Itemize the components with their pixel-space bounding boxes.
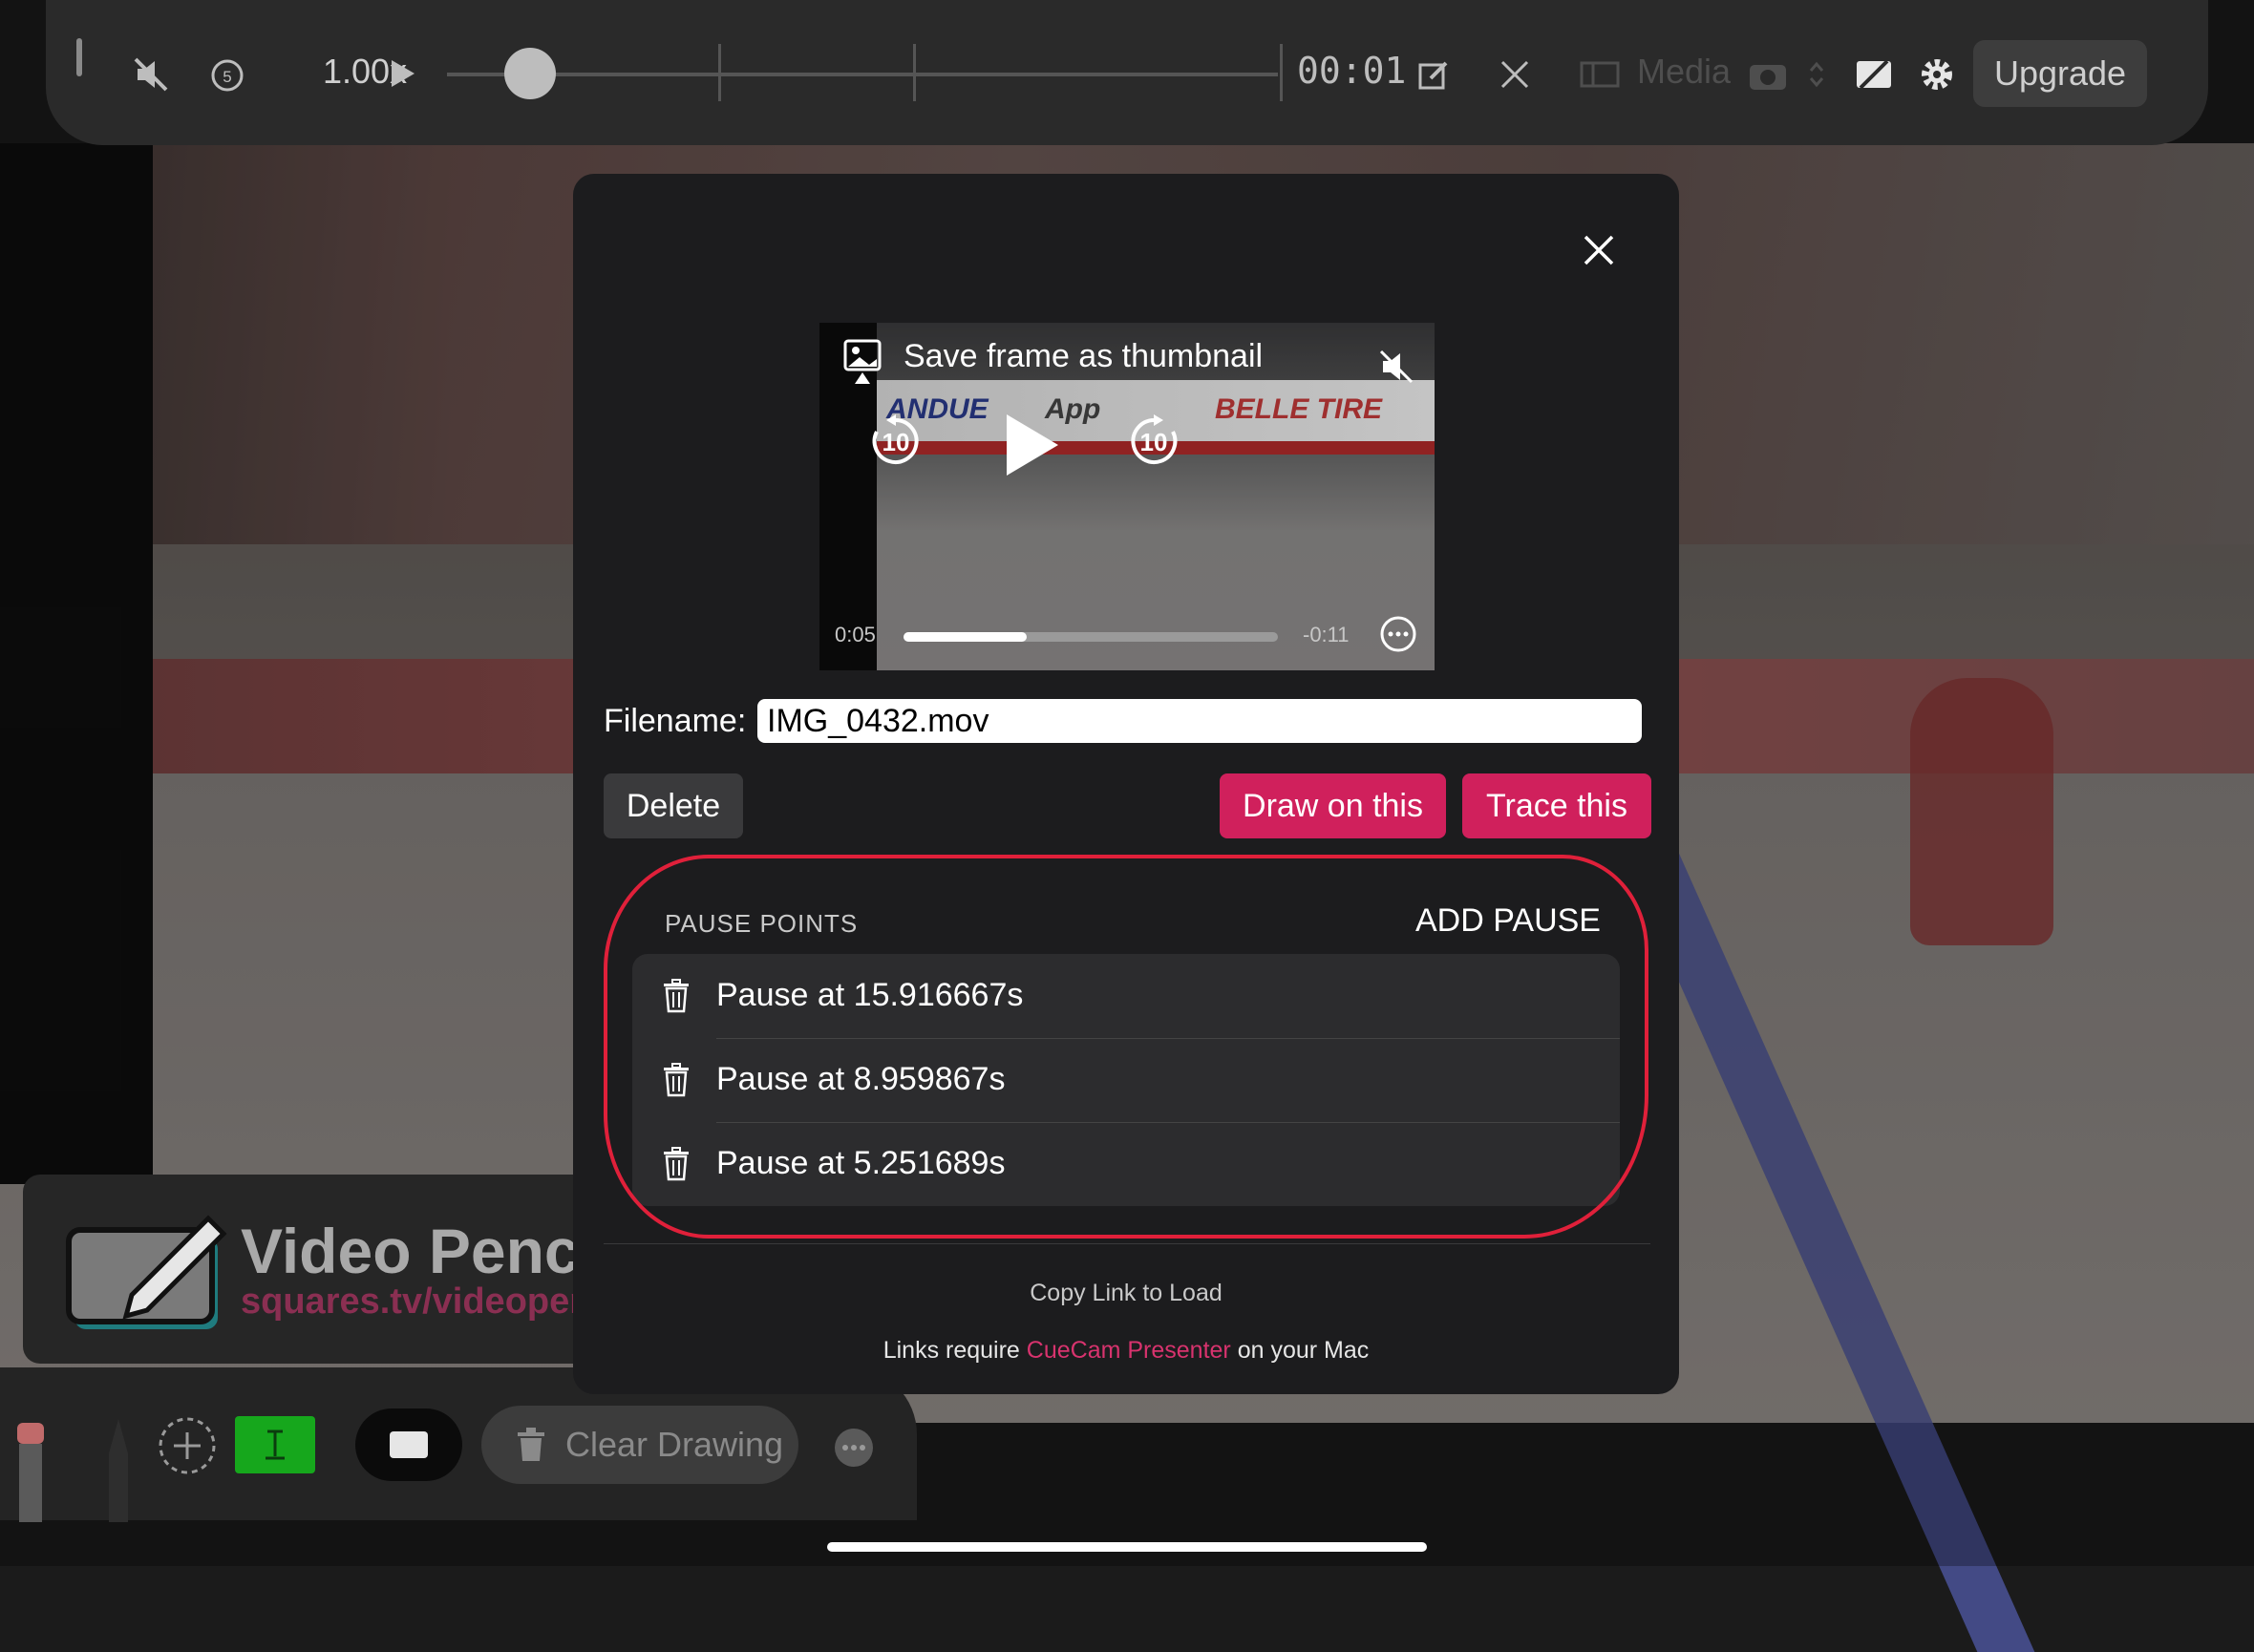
elapsed-time: 0:05 bbox=[835, 623, 876, 646]
promo-url[interactable]: squares.tv/videopen bbox=[241, 1281, 591, 1323]
edit-icon[interactable] bbox=[1417, 57, 1452, 92]
links-require-suffix: on your Mac bbox=[1230, 1337, 1370, 1364]
shape-tool-button[interactable] bbox=[355, 1408, 462, 1481]
pause-marker bbox=[1280, 44, 1283, 101]
play-icon[interactable] bbox=[386, 57, 418, 90]
scrub-thumb[interactable] bbox=[504, 48, 556, 99]
media-label[interactable]: Media bbox=[1637, 52, 1731, 92]
video-player[interactable]: ANDUE App BELLE TIRE Save frame as thumb… bbox=[819, 323, 1435, 670]
chevron-updown-icon[interactable] bbox=[1807, 59, 1826, 90]
trash-icon bbox=[518, 1428, 544, 1461]
svg-text:5: 5 bbox=[223, 68, 231, 86]
pause-marker bbox=[718, 44, 721, 101]
mute-icon[interactable] bbox=[1377, 348, 1415, 386]
close-icon[interactable] bbox=[1578, 229, 1620, 271]
gear-icon[interactable] bbox=[1918, 55, 1956, 94]
filename-label: Filename: bbox=[604, 703, 747, 739]
top-toolbar: 5 1.00x 00:01 Media Upgrade bbox=[46, 0, 2208, 145]
mute-icon[interactable] bbox=[132, 55, 170, 94]
divider bbox=[604, 1243, 1650, 1244]
annotation-circle bbox=[604, 855, 1648, 1239]
links-require-prefix: Links require bbox=[882, 1337, 1027, 1364]
text-tool-button[interactable] bbox=[235, 1416, 315, 1473]
save-thumbnail-label[interactable]: Save frame as thumbnail bbox=[904, 338, 1263, 375]
image-thumbnail-icon[interactable] bbox=[842, 338, 884, 392]
more-options-icon[interactable] bbox=[833, 1427, 875, 1469]
copy-link-button[interactable]: Copy Link to Load bbox=[573, 1280, 1679, 1307]
video-progress-fill bbox=[904, 632, 1028, 642]
no-preview-icon[interactable] bbox=[1855, 57, 1893, 92]
drag-handle-icon[interactable] bbox=[76, 38, 82, 76]
video-progress-bar[interactable] bbox=[904, 632, 1278, 642]
delete-button[interactable]: Delete bbox=[604, 773, 743, 838]
layout-icon[interactable] bbox=[1580, 59, 1620, 90]
skip-back-label: 10 bbox=[882, 428, 910, 456]
filename-input[interactable] bbox=[757, 699, 1642, 743]
clear-drawing-label: Clear Drawing bbox=[565, 1425, 784, 1464]
replay-5-icon[interactable]: 5 bbox=[208, 55, 246, 94]
pencil-tool-icon[interactable] bbox=[99, 1417, 138, 1522]
cuecam-link[interactable]: CueCam Presenter bbox=[1027, 1337, 1231, 1364]
scrub-track[interactable] bbox=[447, 73, 1278, 76]
promo-title: Video Penc bbox=[241, 1216, 580, 1286]
home-indicator[interactable] bbox=[827, 1542, 1427, 1552]
play-icon[interactable] bbox=[1001, 411, 1062, 479]
add-shape-icon[interactable] bbox=[157, 1415, 218, 1476]
draw-on-this-button[interactable]: Draw on this bbox=[1220, 773, 1446, 838]
promo-banner[interactable]: Video Penc squares.tv/videopen bbox=[23, 1175, 615, 1364]
upgrade-button[interactable]: Upgrade bbox=[1973, 40, 2147, 107]
links-require-note: Links require CueCam Presenter on your M… bbox=[573, 1337, 1679, 1365]
pause-marker bbox=[913, 44, 916, 101]
video-pencil-logo-icon bbox=[66, 1215, 227, 1329]
camera-icon[interactable] bbox=[1748, 57, 1788, 92]
text-cursor-icon bbox=[266, 1430, 285, 1460]
rectangle-icon bbox=[390, 1431, 428, 1458]
remaining-time: -0:11 bbox=[1303, 623, 1350, 646]
more-options-icon[interactable] bbox=[1379, 615, 1417, 653]
skip-forward-label: 10 bbox=[1139, 428, 1168, 456]
clear-drawing-button[interactable]: Clear Drawing bbox=[481, 1406, 798, 1484]
timecode: 00:01 bbox=[1297, 50, 1407, 92]
trace-this-button[interactable]: Trace this bbox=[1462, 773, 1651, 838]
eraser-tool-icon[interactable] bbox=[11, 1417, 50, 1522]
close-icon[interactable] bbox=[1499, 59, 1530, 90]
